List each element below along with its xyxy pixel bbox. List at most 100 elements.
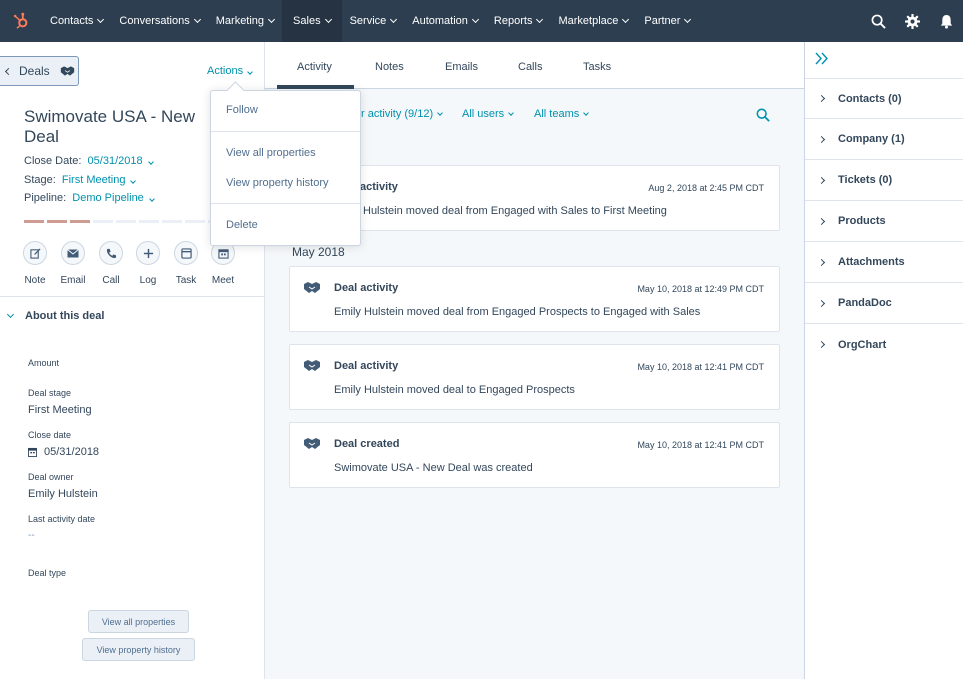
chevron-down-icon xyxy=(268,15,276,24)
chevron-down-icon xyxy=(247,69,253,75)
quick-action-meet[interactable]: Meet xyxy=(203,241,243,286)
nav-contacts[interactable]: Contacts xyxy=(42,0,111,42)
chevron-down-icon xyxy=(6,310,15,319)
divider xyxy=(0,296,264,297)
chevron-down-icon xyxy=(324,15,332,24)
pipeline-value[interactable]: Demo Pipeline xyxy=(72,192,144,204)
menu-divider xyxy=(211,203,360,204)
hubspot-logo-icon[interactable] xyxy=(0,0,42,42)
section-tickets[interactable]: Tickets (0) xyxy=(805,160,963,201)
card-title: Deal activity xyxy=(334,282,399,294)
deal-owner-value[interactable]: Emily Hulstein xyxy=(28,488,98,500)
nav-label: Reports xyxy=(493,15,533,27)
close-date-value[interactable]: 05/31/2018 xyxy=(88,155,143,167)
chevron-down-icon xyxy=(148,196,155,202)
tab-emails[interactable]: Emails xyxy=(445,61,478,73)
view-all-properties-button[interactable]: View all properties xyxy=(88,610,189,633)
nav-label: Marketplace xyxy=(558,15,619,27)
close-date-field[interactable]: 05/31/2018 xyxy=(28,446,99,458)
quick-action-task[interactable]: Task xyxy=(166,241,206,286)
active-tab-indicator xyxy=(277,85,354,89)
stage-line: Stage: First Meeting xyxy=(24,174,137,186)
nav-partner[interactable]: Partner xyxy=(636,0,698,42)
chevron-down-icon xyxy=(536,15,544,24)
nav-sales[interactable]: Sales xyxy=(282,0,342,42)
nav-label: Sales xyxy=(293,15,321,27)
quick-action-call[interactable]: Call xyxy=(91,241,131,286)
tab-activity[interactable]: Activity xyxy=(297,61,332,73)
stage-segment xyxy=(185,220,205,223)
actions-dropdown-menu: Follow View all properties View property… xyxy=(210,90,361,246)
card-title: activity xyxy=(360,181,398,193)
section-label: Company (1) xyxy=(838,133,905,145)
teams-filter[interactable]: All teams xyxy=(534,108,590,120)
section-attachments[interactable]: Attachments xyxy=(805,242,963,283)
quick-action-label: Meet xyxy=(211,275,235,286)
stage-segment xyxy=(24,220,44,223)
stage-progress-bar xyxy=(24,220,228,223)
nav-reports[interactable]: Reports xyxy=(486,0,551,42)
stage-value[interactable]: First Meeting xyxy=(62,174,126,186)
close-date-field-label: Close date xyxy=(28,430,72,440)
section-company[interactable]: Company (1) xyxy=(805,119,963,160)
nav-automation[interactable]: Automation xyxy=(404,0,486,42)
card-body: Hulstein moved deal from Engaged with Sa… xyxy=(363,205,667,217)
nav-label: Conversations xyxy=(119,15,190,27)
card-date: May 10, 2018 at 12:49 PM CDT xyxy=(637,284,764,294)
tab-calls[interactable]: Calls xyxy=(518,61,542,73)
quick-action-email[interactable]: Email xyxy=(53,241,93,286)
search-icon[interactable] xyxy=(861,0,895,42)
deal-stage-value[interactable]: First Meeting xyxy=(28,404,92,416)
menu-item-delete[interactable]: Delete xyxy=(226,219,258,231)
nav-service[interactable]: Service xyxy=(342,0,405,42)
search-icon[interactable] xyxy=(756,108,770,125)
nav-conversations[interactable]: Conversations xyxy=(111,0,207,42)
gear-icon[interactable] xyxy=(895,0,929,42)
month-header: May 2018 xyxy=(292,245,345,259)
menu-item-view-all-properties[interactable]: View all properties xyxy=(226,147,316,159)
activity-card[interactable]: activity Aug 2, 2018 at 2:45 PM CDT Huls… xyxy=(289,165,780,231)
menu-item-follow[interactable]: Follow xyxy=(226,104,258,116)
chevron-right-icon xyxy=(817,258,826,266)
view-property-history-button[interactable]: View property history xyxy=(82,638,195,661)
task-icon xyxy=(174,241,198,265)
chevron-right-icon xyxy=(817,217,826,225)
close-date-line: Close Date: 05/31/2018 xyxy=(24,155,154,167)
quick-action-log[interactable]: Log xyxy=(128,241,168,286)
handshake-icon xyxy=(303,437,321,453)
users-filter[interactable]: All users xyxy=(462,108,515,120)
nav-marketing[interactable]: Marketing xyxy=(208,0,282,42)
bell-icon[interactable] xyxy=(929,0,963,42)
stage-segment xyxy=(116,220,136,223)
tab-notes[interactable]: Notes xyxy=(375,61,404,73)
activity-card[interactable]: Deal created May 10, 2018 at 12:41 PM CD… xyxy=(289,422,780,488)
back-to-deals-button[interactable]: Deals xyxy=(0,56,79,86)
about-section-toggle[interactable]: About this deal xyxy=(6,310,104,322)
pipeline-label: Pipeline: xyxy=(24,192,67,204)
chevron-right-icon xyxy=(817,299,826,307)
chevron-right-icon xyxy=(817,340,826,349)
section-orgchart[interactable]: OrgChart xyxy=(805,324,963,365)
section-contacts[interactable]: Contacts (0) xyxy=(805,78,963,119)
quick-action-note[interactable]: Note xyxy=(15,241,55,286)
stage-segment xyxy=(70,220,90,223)
tab-tasks[interactable]: Tasks xyxy=(583,61,611,73)
section-label: Attachments xyxy=(838,256,905,268)
nav-label: Partner xyxy=(644,15,681,27)
activity-card[interactable]: Deal activity May 10, 2018 at 12:41 PM C… xyxy=(289,344,780,410)
menu-item-view-property-history[interactable]: View property history xyxy=(226,177,329,189)
collapse-sidebar-icon[interactable] xyxy=(815,52,829,68)
chevron-down-icon xyxy=(508,109,515,116)
handshake-icon xyxy=(303,359,321,375)
section-products[interactable]: Products xyxy=(805,201,963,242)
stage-label: Stage: xyxy=(24,174,56,186)
activity-card[interactable]: Deal activity May 10, 2018 at 12:49 PM C… xyxy=(289,266,780,332)
chevron-down-icon xyxy=(583,109,590,116)
section-pandadoc[interactable]: PandaDoc xyxy=(805,283,963,324)
stage-segment xyxy=(93,220,113,223)
nav-marketplace[interactable]: Marketplace xyxy=(550,0,636,42)
actions-dropdown-toggle[interactable]: Actions xyxy=(207,65,253,77)
activity-filter[interactable]: r activity (9/12) xyxy=(361,108,443,120)
chevron-right-icon xyxy=(817,94,826,103)
card-body: Emily Hulstein moved deal from Engaged P… xyxy=(334,306,701,318)
